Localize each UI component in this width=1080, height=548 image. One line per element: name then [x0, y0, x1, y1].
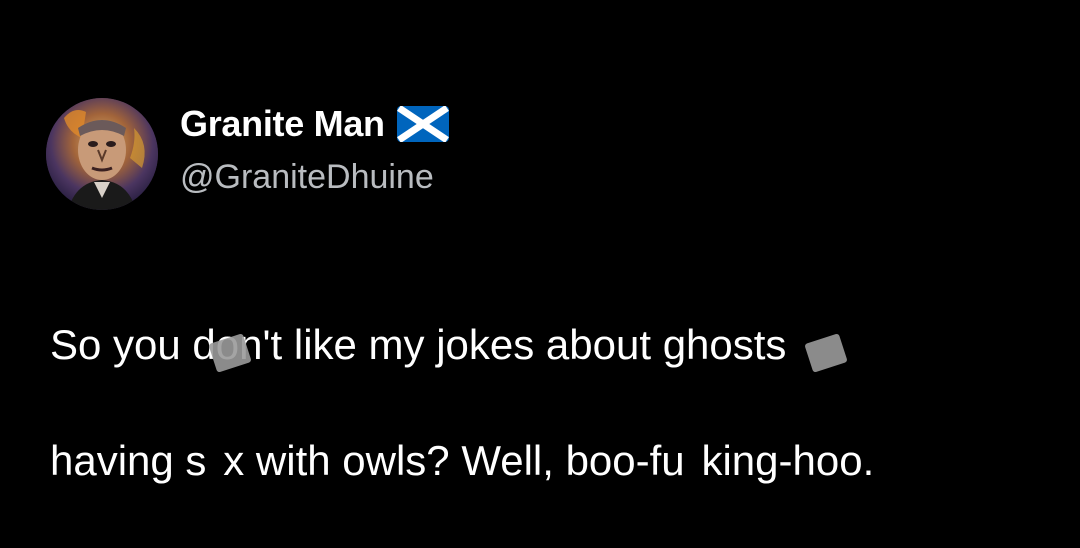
tweet-text-line-1: So you don't like my jokes about ghosts	[50, 321, 787, 368]
author-handle[interactable]: @GraniteDhuine	[180, 158, 434, 197]
author-display-name[interactable]: Granite Man	[180, 103, 385, 145]
author-name-row: Granite Man	[180, 100, 449, 148]
tweet-text: So you don't like my jokes about ghosts …	[50, 258, 1050, 548]
scotland-flag-icon	[396, 106, 449, 142]
portrait-avatar-icon	[46, 98, 158, 210]
profile-avatar[interactable]	[46, 98, 158, 210]
tweet-card: Granite Man @GraniteDhuine So you don't …	[0, 0, 1080, 524]
tweet-text-line-2: having s x with owls? Well, boo-fu king-…	[50, 437, 875, 484]
